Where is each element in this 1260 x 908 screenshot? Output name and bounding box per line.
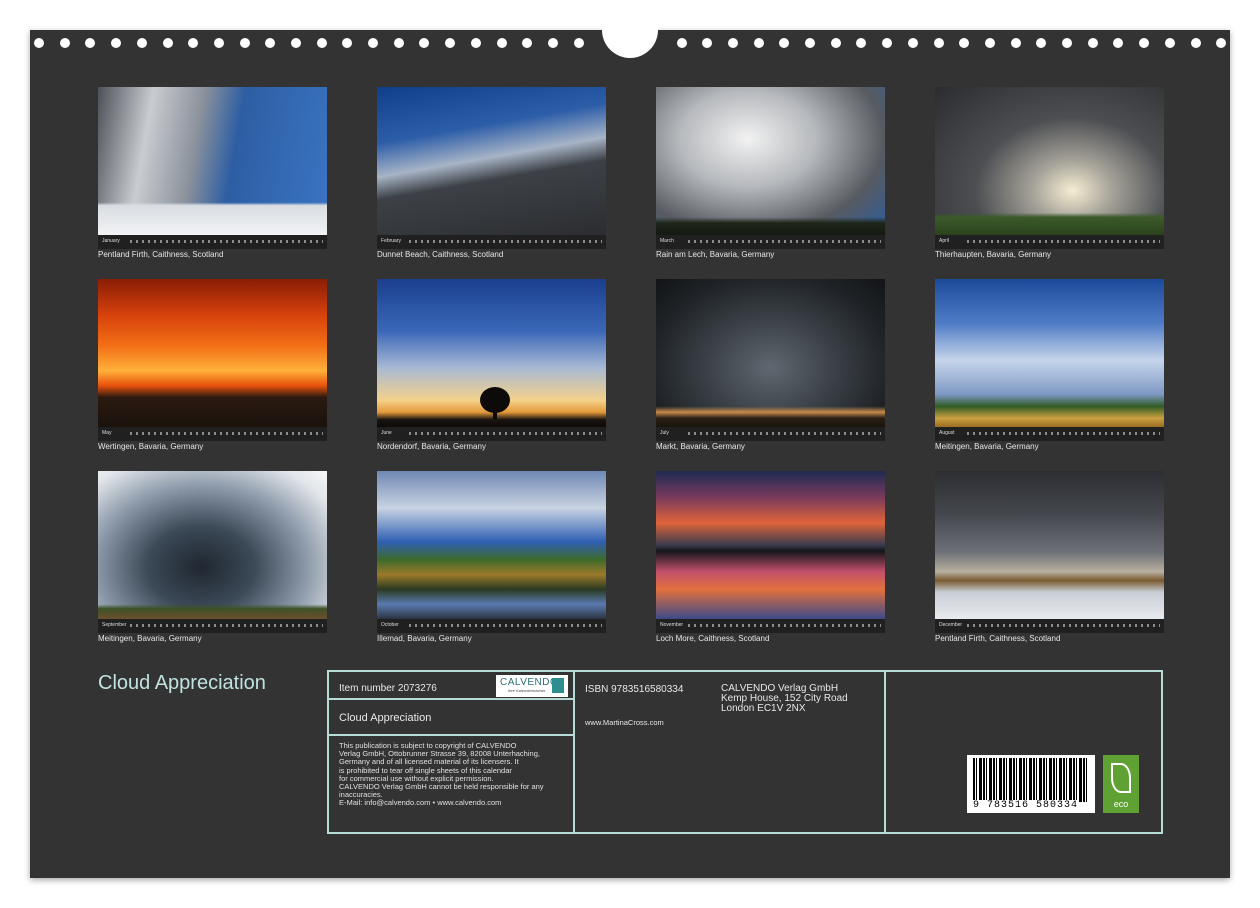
photo-caption: Dunnet Beach, Caithness, Scotland <box>377 250 504 259</box>
binding-hole <box>677 38 687 48</box>
month-label: November <box>660 622 684 628</box>
photo-thumbnail-october: October <box>377 471 606 633</box>
binding-hole <box>1165 38 1175 48</box>
binding-hole <box>1113 38 1123 48</box>
calendar-title: Cloud Appreciation <box>98 672 266 694</box>
binding-hole <box>214 38 224 48</box>
binding-hole <box>754 38 764 48</box>
binding-hole <box>394 38 404 48</box>
photo-caption: Wertingen, Bavaria, Germany <box>98 442 204 451</box>
isbn: ISBN 9783516580334 <box>585 684 684 695</box>
binding-hole <box>368 38 378 48</box>
binding-hole <box>137 38 147 48</box>
binding-hole <box>934 38 944 48</box>
binding-hole <box>265 38 275 48</box>
legal-box: This publication is subject to copyright… <box>327 734 575 834</box>
month-label: October <box>381 622 399 628</box>
photo-thumbnail-february: February <box>377 87 606 249</box>
photo-thumbnail-december: December <box>935 471 1164 633</box>
photo-thumbnail-july: July <box>656 279 885 441</box>
author-website: www.MartinaCross.com <box>585 718 664 727</box>
photo-thumbnail-june: June <box>377 279 606 441</box>
item-number: Item number 2073276 <box>339 683 437 694</box>
month-label: December <box>939 622 963 628</box>
binding-hole <box>240 38 250 48</box>
month-label: February <box>381 238 402 244</box>
binding-hole <box>471 38 481 48</box>
binding-hole <box>574 38 584 48</box>
month-label: September <box>102 622 127 628</box>
photo-caption: Thierhaupten, Bavaria, Germany <box>935 250 1052 259</box>
binding-hole <box>317 38 327 48</box>
photo-thumbnail-august: August <box>935 279 1164 441</box>
month-label: July <box>660 430 669 436</box>
item-number-box: Item number 2073276 CALVENDO Ihre Kalend… <box>327 670 575 700</box>
photo-thumbnail-september: September <box>98 471 327 633</box>
binding-hole <box>882 38 892 48</box>
binding-hole <box>1062 38 1072 48</box>
photo-caption: Meitingen, Bavaria, Germany <box>935 442 1039 451</box>
binding-hole <box>60 38 70 48</box>
photo-caption: Pentland Firth, Caithness, Scotland <box>935 634 1061 643</box>
binding-hole <box>805 38 815 48</box>
photo-caption: Nordendorf, Bavaria, Germany <box>377 442 486 451</box>
photo-thumbnail-april: April <box>935 87 1164 249</box>
publisher-address: CALVENDO Verlag GmbH Kemp House, 152 Cit… <box>721 683 848 714</box>
binding-hole <box>342 38 352 48</box>
binding-hole <box>188 38 198 48</box>
binding-hole <box>1036 38 1046 48</box>
binding-hole <box>163 38 173 48</box>
month-label: June <box>381 430 392 436</box>
photo-caption: Markt, Bavaria, Germany <box>656 442 745 451</box>
photo-caption: Rain am Lech, Bavaria, Germany <box>656 250 775 259</box>
binding-hole <box>1216 38 1226 48</box>
binding-hole <box>959 38 969 48</box>
binding-hole <box>445 38 455 48</box>
binding-hole <box>522 38 532 48</box>
photo-caption: Meitingen, Bavaria, Germany <box>98 634 202 643</box>
binding-hole <box>548 38 558 48</box>
month-label: August <box>939 430 955 436</box>
calvendo-logo: CALVENDO Ihre Kalendermacher <box>496 675 568 697</box>
binding-hole <box>34 38 44 48</box>
binding-hole <box>985 38 995 48</box>
barcode-number: 9 783516 580334 <box>973 800 1079 811</box>
binding-hole <box>419 38 429 48</box>
photo-thumbnail-november: November <box>656 471 885 633</box>
binding-hole <box>856 38 866 48</box>
leaf-icon <box>1111 763 1131 793</box>
month-label: January <box>102 238 120 244</box>
photo-caption: Loch More, Caithness, Scotland <box>656 634 770 643</box>
barcode: 9 783516 580334 <box>967 755 1095 813</box>
legal-notice: This publication is subject to copyright… <box>339 741 544 808</box>
binding-hole <box>779 38 789 48</box>
month-label: May <box>102 430 112 436</box>
month-label: April <box>939 238 950 244</box>
photo-thumbnail-may: May <box>98 279 327 441</box>
binding-hole <box>728 38 738 48</box>
binding-hole <box>1191 38 1201 48</box>
hanger-cutout <box>602 22 658 58</box>
photo-thumbnail-january: January <box>98 87 327 249</box>
binding-hole <box>85 38 95 48</box>
title-box: Cloud Appreciation <box>327 698 575 736</box>
binding-hole <box>831 38 841 48</box>
info-title: Cloud Appreciation <box>339 712 432 724</box>
binding-hole <box>497 38 507 48</box>
month-label: March <box>660 238 674 244</box>
binding-hole <box>908 38 918 48</box>
photo-caption: Pentland Firth, Caithness, Scotland <box>98 250 224 259</box>
binding-hole <box>291 38 301 48</box>
photo-thumbnail-march: March <box>656 87 885 249</box>
calendar-back-cover: January Pentland Firth, Caithness, Scotl… <box>30 22 1230 878</box>
binding-hole <box>1011 38 1021 48</box>
isbn-box: ISBN 9783516580334 www.MartinaCross.com … <box>573 670 886 834</box>
eco-badge: eco <box>1103 755 1139 813</box>
binding-hole <box>1139 38 1149 48</box>
binding-hole <box>111 38 121 48</box>
publication-info-panel: Item number 2073276 CALVENDO Ihre Kalend… <box>327 670 1163 834</box>
binding-hole <box>702 38 712 48</box>
binding-hole <box>1088 38 1098 48</box>
photo-caption: Illemad, Bavaria, Germany <box>377 634 472 643</box>
